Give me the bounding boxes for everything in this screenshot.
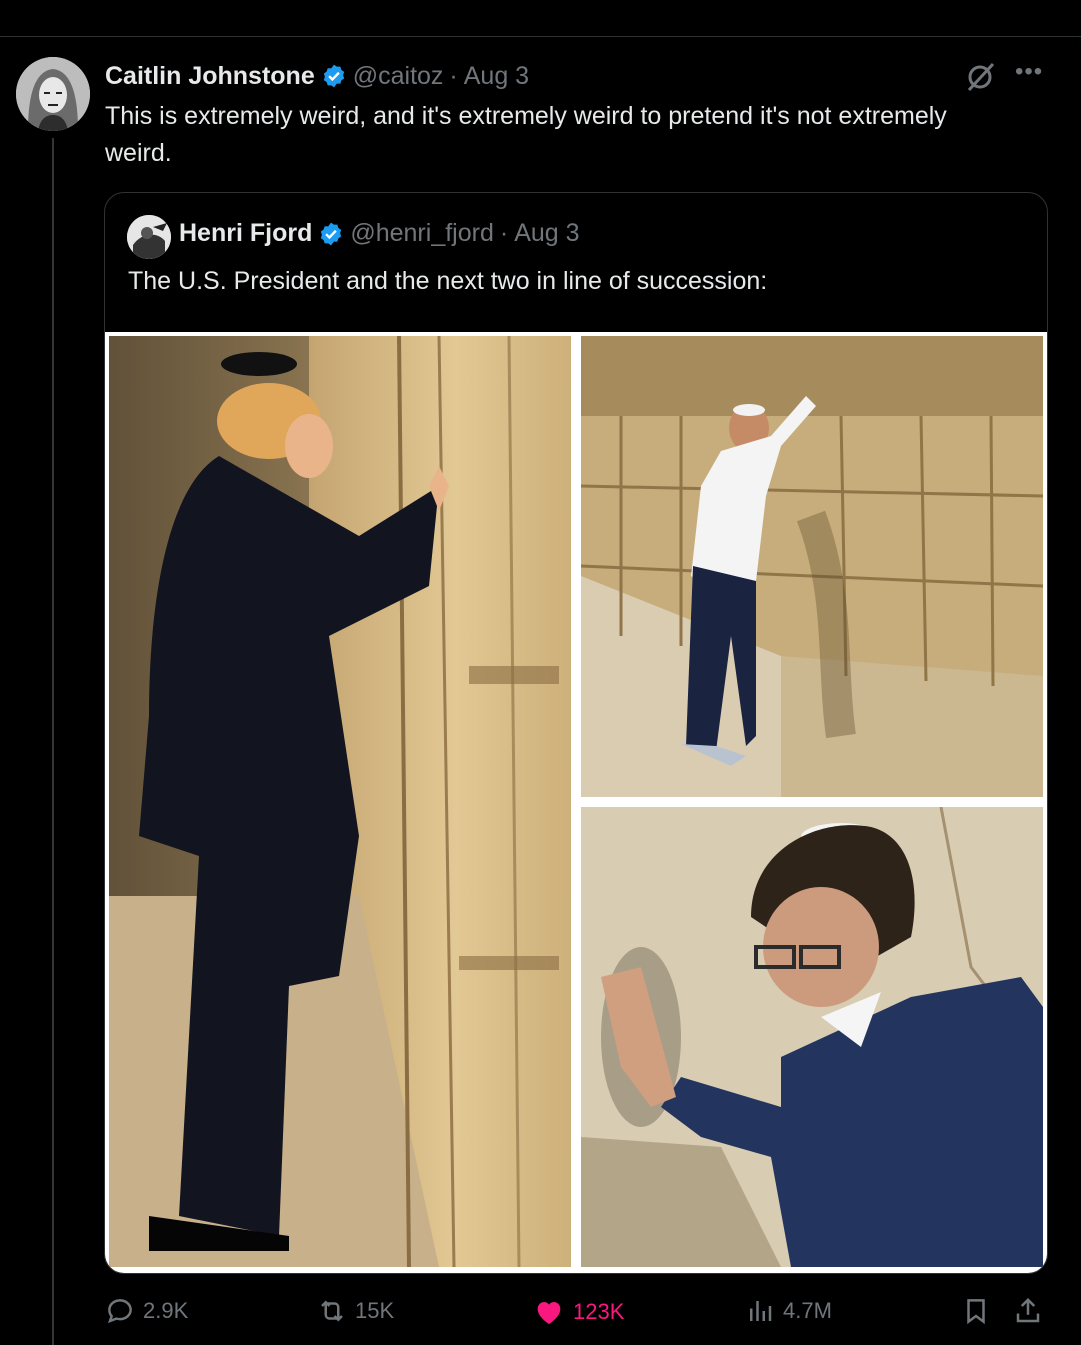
post-text: This is extremely weird, and it's extrem… (105, 102, 947, 167)
views-icon (750, 1301, 772, 1321)
quoted-text: The U.S. President and the next two in l… (128, 267, 768, 295)
grok-icon[interactable] (963, 60, 997, 94)
bookmark-icon (967, 1299, 985, 1325)
quoted-header: Henri Fjord @henri_fjord · Aug 3 (179, 219, 580, 248)
repost-count: 15K (355, 1298, 395, 1323)
reply-count: 2.9K (143, 1298, 189, 1323)
repost-icon (321, 1300, 343, 1322)
views-count: 4.7M (783, 1298, 832, 1323)
quoted-author-avatar[interactable] (127, 215, 171, 259)
heart-icon (537, 1302, 561, 1324)
author-name[interactable]: Caitlin Johnstone (105, 62, 315, 91)
quoted-post[interactable]: Henri Fjord @henri_fjord · Aug 3 The U.S… (104, 192, 1048, 1274)
bookmark-button[interactable] (961, 1296, 999, 1326)
author-handle[interactable]: @caitoz (353, 62, 444, 91)
media-grid (105, 332, 1047, 1273)
quoted-separator: · (499, 219, 509, 247)
views-button[interactable]: 4.7M (745, 1296, 832, 1326)
photo-2[interactable] (581, 336, 1043, 797)
repost-button[interactable]: 15K (317, 1296, 394, 1326)
photo-1[interactable] (109, 336, 571, 1267)
reply-icon (107, 1299, 132, 1324)
author-avatar[interactable] (16, 57, 90, 131)
reply-button[interactable]: 2.9K (105, 1296, 188, 1326)
quoted-author-handle[interactable]: @henri_fjord (350, 219, 494, 248)
quoted-author-name[interactable]: Henri Fjord (179, 219, 312, 248)
verified-badge-icon (321, 222, 342, 245)
photo-3[interactable] (581, 807, 1043, 1267)
previous-post-action-bar (0, 0, 1081, 37)
thread-line (52, 138, 54, 1345)
share-button[interactable] (1013, 1296, 1051, 1326)
like-button[interactable]: 123K (533, 1296, 624, 1328)
post-date[interactable]: Aug 3 (464, 62, 529, 91)
action-bar: 2.9K 15K 123K 4.7M (105, 1296, 1045, 1336)
header-separator: · (449, 61, 458, 90)
post-header: Caitlin Johnstone @caitoz · Aug 3 (105, 60, 529, 92)
share-icon (1016, 1297, 1040, 1323)
like-count: 123K (573, 1299, 625, 1324)
more-icon[interactable]: ••• (1015, 58, 1043, 86)
quoted-date[interactable]: Aug 3 (514, 219, 579, 248)
verified-badge-icon (323, 64, 344, 88)
